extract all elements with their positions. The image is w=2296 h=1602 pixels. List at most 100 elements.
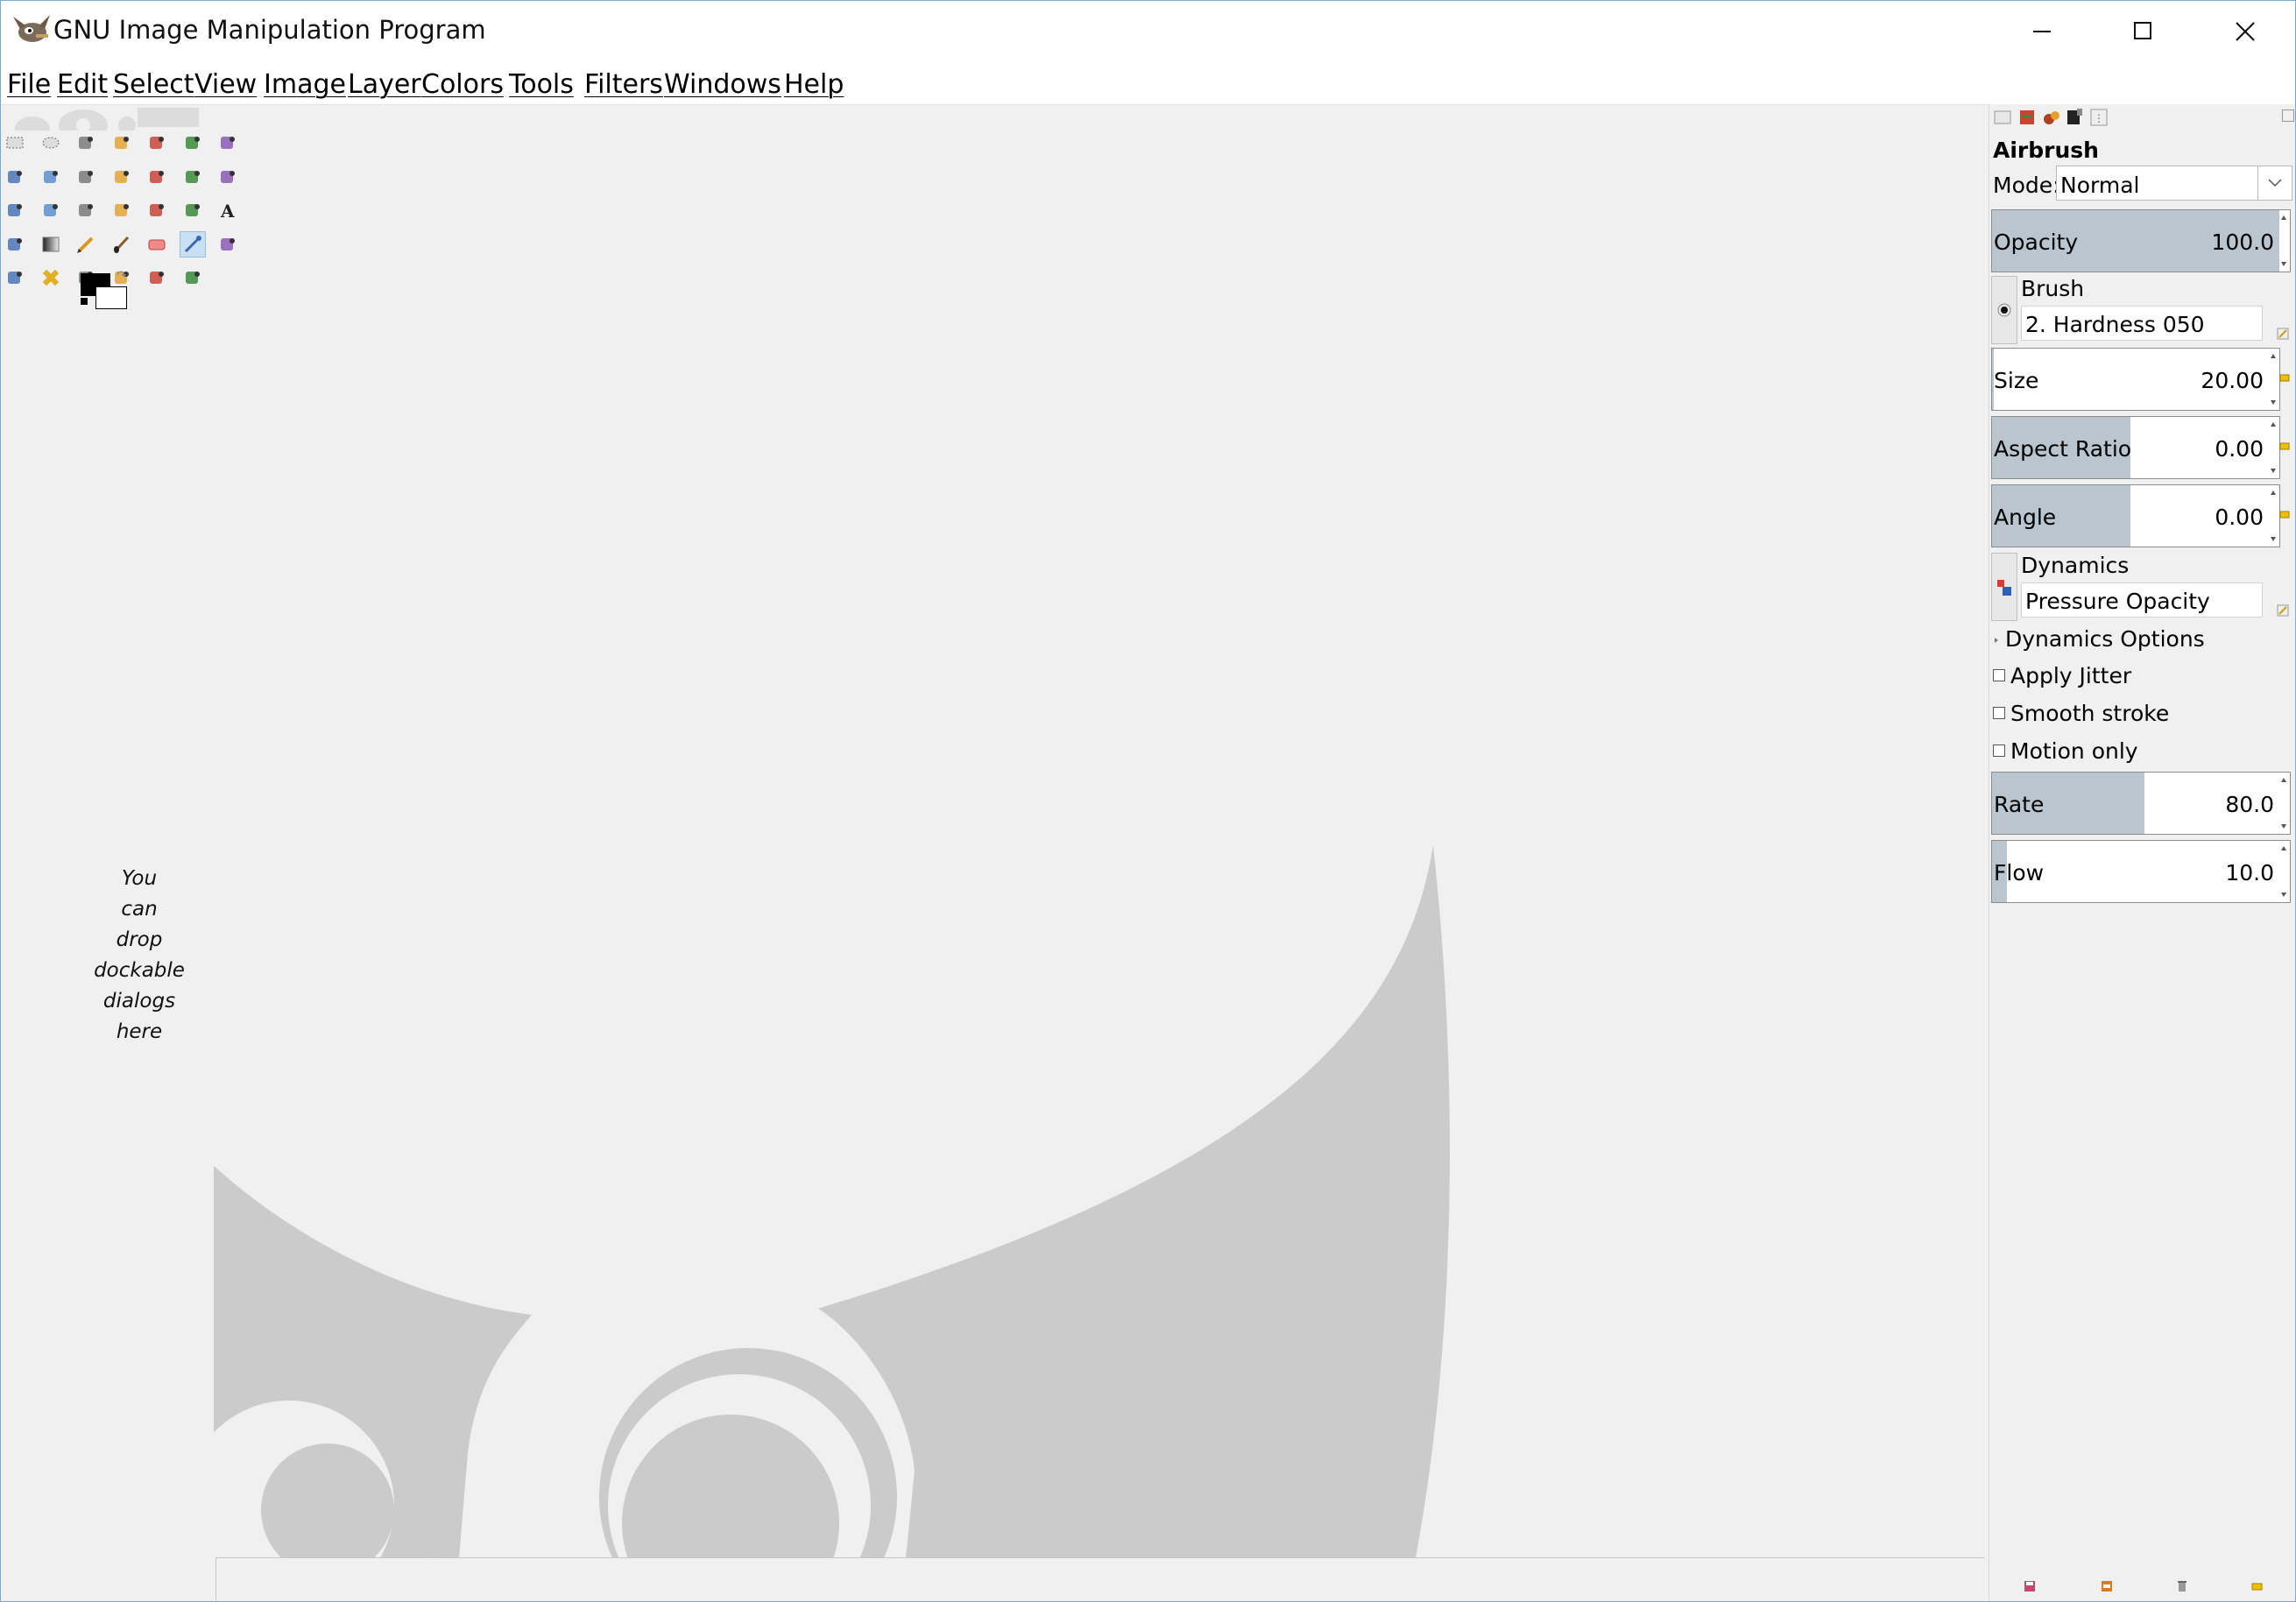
cage-transform-icon[interactable] bbox=[180, 198, 205, 222]
dynamics-options-expander[interactable]: Dynamics Options bbox=[1995, 626, 2205, 652]
aspect-ratio-spin-arrows[interactable] bbox=[2269, 419, 2278, 476]
clone-icon[interactable] bbox=[3, 265, 27, 290]
ellipse-select-icon[interactable] bbox=[39, 131, 63, 155]
dynamics-label: Dynamics bbox=[2021, 553, 2130, 578]
size-slider[interactable]: Size 20.00 bbox=[1991, 348, 2280, 411]
menu-layer[interactable]: Layer bbox=[348, 69, 421, 100]
reset-aspect-ratio-icon[interactable] bbox=[2278, 439, 2291, 451]
background-color-swatch[interactable] bbox=[95, 286, 127, 309]
swap-colors-icon[interactable]: ↷ bbox=[117, 269, 127, 283]
image-canvas-dropzone[interactable] bbox=[214, 104, 1989, 1558]
mode-dropdown[interactable]: Normal bbox=[2056, 166, 2292, 201]
heal-icon[interactable] bbox=[39, 265, 63, 290]
pencil-icon[interactable] bbox=[74, 232, 98, 257]
angle-value: 0.00 bbox=[2215, 505, 2264, 530]
measure-icon[interactable] bbox=[110, 165, 134, 189]
default-colors-icon[interactable] bbox=[80, 297, 88, 306]
configure-tab-icon[interactable]: ⋮ bbox=[2089, 108, 2109, 127]
menu-image[interactable]: Image bbox=[264, 69, 346, 100]
opacity-spin-arrows[interactable] bbox=[2279, 212, 2288, 270]
zoom-icon[interactable] bbox=[74, 165, 98, 189]
reset-size-icon[interactable] bbox=[2278, 371, 2291, 383]
gradient-icon[interactable] bbox=[39, 232, 63, 257]
aspect-ratio-slider[interactable]: Aspect Ratio 0.00 bbox=[1991, 416, 2280, 479]
maximize-button[interactable] bbox=[2093, 1, 2194, 62]
patterns-tab-icon[interactable] bbox=[2065, 108, 2084, 127]
mode-label: Mode: bbox=[1993, 173, 2060, 198]
expander-arrow-icon bbox=[1995, 638, 1998, 643]
reset-angle-icon[interactable] bbox=[2278, 507, 2291, 519]
menu-filters[interactable]: Filters bbox=[584, 69, 663, 100]
align-icon[interactable] bbox=[180, 165, 205, 189]
brushes-tab-icon[interactable] bbox=[2042, 108, 2061, 127]
eraser-icon[interactable] bbox=[145, 232, 169, 257]
save-options-icon[interactable] bbox=[2023, 1579, 2037, 1593]
angle-slider[interactable]: Angle 0.00 bbox=[1991, 484, 2280, 547]
restore-options-icon[interactable] bbox=[2100, 1579, 2114, 1593]
menu-tools[interactable]: Tools bbox=[509, 69, 574, 100]
svg-text:⋮: ⋮ bbox=[2094, 112, 2104, 124]
smudge-icon[interactable] bbox=[145, 265, 169, 290]
brush-name-field[interactable]: 2. Hardness 050 bbox=[2021, 306, 2263, 341]
dynamics-preview-button[interactable] bbox=[1991, 553, 2017, 621]
paths-icon[interactable] bbox=[3, 165, 27, 189]
brush-preview-button[interactable] bbox=[1991, 276, 2017, 344]
layers-tab-icon[interactable] bbox=[2017, 108, 2037, 127]
aspect-ratio-label: Aspect Ratio bbox=[1994, 436, 2132, 462]
brush-selector: Brush 2. Hardness 050 bbox=[1991, 276, 2294, 346]
shear-icon[interactable] bbox=[74, 198, 98, 222]
rotate-icon[interactable] bbox=[3, 198, 27, 222]
fuzzy-select-icon[interactable] bbox=[110, 131, 134, 155]
apply-jitter-checkbox[interactable]: Apply Jitter bbox=[1993, 663, 2131, 688]
tool-options-tab-icon[interactable] bbox=[1993, 108, 2012, 127]
menu-help[interactable]: Help bbox=[784, 69, 844, 100]
free-select-icon[interactable] bbox=[74, 131, 98, 155]
window-title: GNU Image Manipulation Program bbox=[53, 15, 486, 45]
menu-file[interactable]: File bbox=[7, 69, 51, 100]
scale-icon[interactable] bbox=[39, 198, 63, 222]
unified-transform-icon[interactable] bbox=[145, 198, 169, 222]
menu-select[interactable]: Select bbox=[113, 69, 194, 100]
rect-select-icon[interactable] bbox=[3, 131, 27, 155]
color-picker-icon[interactable] bbox=[39, 165, 63, 189]
dock-menu-icon[interactable] bbox=[2282, 109, 2294, 122]
menu-colors[interactable]: Colors bbox=[421, 69, 504, 100]
opacity-slider[interactable]: Opacity 100.0 bbox=[1991, 209, 2291, 272]
airbrush-icon[interactable] bbox=[179, 230, 206, 258]
move-icon[interactable] bbox=[145, 165, 169, 189]
smooth-stroke-checkbox[interactable]: Smooth stroke bbox=[1993, 701, 2169, 726]
menu-edit[interactable]: Edit bbox=[57, 69, 108, 100]
edit-brush-icon[interactable] bbox=[2277, 327, 2289, 340]
rate-spin-arrows[interactable] bbox=[2279, 774, 2288, 832]
chevron-down-icon[interactable] bbox=[2257, 166, 2292, 200]
menu-view[interactable]: View bbox=[194, 69, 257, 100]
opacity-value: 100.0 bbox=[2211, 229, 2274, 255]
reset-options-icon[interactable] bbox=[2250, 1579, 2264, 1593]
perspective-icon[interactable] bbox=[110, 198, 134, 222]
checkbox-icon bbox=[1993, 707, 2005, 719]
dynamics-name-field[interactable]: Pressure Opacity bbox=[2021, 582, 2263, 618]
dynamics-name: Pressure Opacity bbox=[2025, 589, 2210, 614]
minimize-button[interactable] bbox=[1991, 1, 2093, 62]
toolbox-wilber-dropzone[interactable] bbox=[6, 106, 199, 131]
motion-only-checkbox[interactable]: Motion only bbox=[1993, 738, 2138, 764]
close-button[interactable] bbox=[2194, 1, 2295, 62]
rate-slider[interactable]: Rate 80.0 bbox=[1991, 772, 2291, 835]
flow-slider[interactable]: Flow 10.0 bbox=[1991, 840, 2291, 903]
drop-hint-line: dialogs bbox=[102, 990, 176, 1013]
bucket-fill-icon[interactable] bbox=[3, 232, 27, 257]
edit-dynamics-icon[interactable] bbox=[2277, 603, 2289, 617]
flow-spin-arrows[interactable] bbox=[2279, 843, 2288, 900]
title-bar[interactable]: GNU Image Manipulation Program bbox=[1, 1, 2295, 62]
size-value: 20.00 bbox=[2201, 368, 2264, 393]
menu-windows[interactable]: Windows bbox=[664, 69, 781, 100]
rate-label: Rate bbox=[1994, 792, 2045, 817]
delete-options-icon[interactable] bbox=[2175, 1579, 2189, 1593]
paintbrush-icon[interactable] bbox=[110, 232, 134, 257]
select-by-color-icon[interactable] bbox=[145, 131, 169, 155]
size-spin-arrows[interactable] bbox=[2269, 350, 2278, 408]
angle-spin-arrows[interactable] bbox=[2269, 487, 2278, 545]
aspect-ratio-value: 0.00 bbox=[2215, 436, 2264, 462]
scissors-select-icon[interactable] bbox=[180, 131, 205, 155]
dodge-burn-icon[interactable] bbox=[180, 265, 205, 290]
